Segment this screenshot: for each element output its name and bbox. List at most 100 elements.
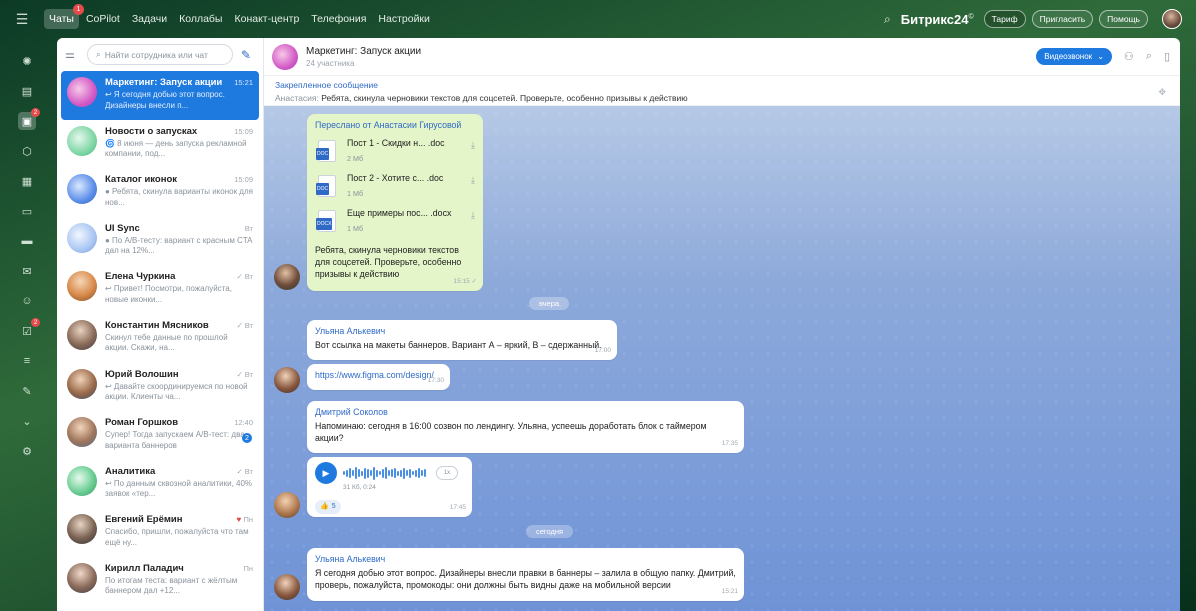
message-time: 17:35 [721,440,738,447]
message-text: Я сегодня добью этот вопрос. Дизайнеры в… [315,568,736,590]
sidebar-toggle-icon[interactable]: ▯ [1164,50,1170,63]
menu-icon[interactable]: ☰ [0,11,44,28]
collabs-icon[interactable]: ⬡ [18,142,36,160]
reaction-badge[interactable]: 👍 5 [315,500,341,514]
participants-count[interactable]: 24 участника [306,59,421,68]
contacts-icon[interactable]: ☺ [18,292,36,310]
top-nav-item[interactable]: Настройки [373,9,435,29]
notification-badge: 2 [31,318,40,327]
chat-time: 12:40 [234,418,253,428]
playback-speed-button[interactable]: 1x [436,466,458,480]
top-nav-item[interactable]: Задачи [127,9,172,29]
file-size: 2 Мб [347,154,364,163]
filter-icon[interactable]: ≡ [18,352,36,370]
sender-avatar[interactable] [274,264,300,290]
add-user-icon[interactable]: ⚇ [1124,50,1134,63]
top-nav-item[interactable]: Телефония [306,9,371,29]
top-nav-item[interactable]: Коллабы [174,9,227,29]
sign-icon[interactable]: ✎ [18,382,36,400]
chat-list-item[interactable]: Константин Мясников Скинул тебе данные по… [61,314,259,363]
top-nav-item[interactable]: CoPilot [81,9,125,29]
message-bubble[interactable]: Ульяна Алькевич Вот ссылка на макеты бан… [307,320,617,360]
settings-icon[interactable]: ⚙ [18,442,36,460]
message-bubble[interactable]: Ульяна Алькевич Я сегодня добью этот воп… [307,548,744,601]
chat-list-header: ⚌ ⌕ Найти сотрудника или чат ✎ [57,38,263,71]
brand-logo[interactable]: Битрикс24© [901,12,974,27]
pinned-message[interactable]: Закрепленное сообщение Анастасия: Ребята… [264,76,1180,106]
chat-search-input[interactable]: ⌕ Найти сотрудника или чат [87,44,233,65]
search-icon[interactable]: ⌕ [1146,50,1152,63]
docs-icon[interactable]: ▭ [18,202,36,220]
sender-avatar[interactable] [274,367,300,393]
message-author[interactable]: Ульяна Алькевич [315,553,736,565]
chat-preview: ● По A/B-тесту: вариант с красным CTA да… [105,235,253,256]
top-nav-label: Коллабы [179,13,223,25]
chat-avatar[interactable] [272,43,298,70]
new-chat-icon[interactable]: ✎ [241,48,255,62]
chat-list-item[interactable]: Аналитика ↩ По данным сквозной аналитики,… [61,460,259,509]
message-author[interactable]: Дмитрий Соколов [315,406,736,418]
sender-avatar[interactable] [274,574,300,600]
checklist-icon[interactable]: ☑ 2 [18,318,40,340]
help-button[interactable]: Помощь [1099,10,1148,28]
chat-time: Вт [244,223,253,233]
chat-preview: ↩ Давайте скоординируемся по новой акции… [105,381,248,402]
top-nav-item[interactable]: Чаты 1 [44,4,84,29]
file-attachment[interactable]: DOC Пост 1 - Скидки н... .doc 2 Мб ⤓ [315,137,475,172]
top-bar: ☰ Чаты 1 CoPilot Задачи Коллабы Конакт-центр Т… [0,0,1196,38]
download-icon[interactable]: ⤓ [471,137,475,151]
top-right-controls: ⌕ Битрикс24© Тариф Пригласить Помощь [884,9,1196,29]
message-author[interactable]: Ульяна Алькевич [315,325,609,337]
search-icon[interactable]: ⌕ [884,12,891,27]
message-bubble[interactable]: https://www.figma.com/design/ 17:30 [307,364,450,390]
message-time: 15:21 [721,588,738,595]
pin-icon[interactable]: ✥ [1158,87,1166,98]
chat-name: Аналитика [105,465,156,477]
tariff-button[interactable]: Тариф [983,10,1026,28]
forward-text: Ребята, скинула черновики текстов для со… [315,245,462,279]
file-attachment[interactable]: DOC Пост 2 - Хотите с... .doc 1 Мб ⤓ [315,172,475,207]
chat-list-panel: ⚌ ⌕ Найти сотрудника или чат ✎ Маркетинг… [57,38,264,611]
sender-avatar[interactable] [274,492,300,518]
chat-avatar [67,222,97,253]
video-call-button[interactable]: Видеозвонок ⌄ [1036,48,1112,65]
chat-list-item[interactable]: Новости о запусках 🌀 8 июня — день запуск… [61,120,259,169]
download-icon[interactable]: ⤓ [471,207,475,221]
calendar-icon[interactable]: ▦ [18,172,36,190]
chat-list-item[interactable]: Кирилл Паладич По итогам теста: вариант с… [61,557,259,606]
chat-time: ✓ Вт [236,466,253,476]
forwarded-message[interactable]: Переслано от Анастасии Гирусовой DOC Пост… [307,114,483,291]
play-icon[interactable]: ▶ [315,462,337,484]
chat-list-item[interactable]: Елена Чуркина ↩ Привет! Посмотри, пожалуй… [61,265,259,314]
top-nav-item[interactable]: Конакт-центр [229,9,304,29]
chat-list-item[interactable]: Маркетинг: Запуск акции ↩ Я сегодня добью… [61,71,259,120]
invite-button[interactable]: Пригласить [1031,10,1094,28]
chat-list-item[interactable]: Юрий Волошин ↩ Давайте скоординируемся по… [61,363,259,412]
chat-avatar [67,417,97,448]
top-nav-label: Настройки [378,13,430,25]
voice-message[interactable]: ▶ 1x 31 Кб, 0:24 👍 5 17:45 [307,457,472,517]
chats-icon[interactable]: ▣ 2 [18,108,40,130]
user-avatar[interactable] [1162,9,1182,29]
tasks-icon[interactable]: ▤ [18,82,36,100]
file-attachment[interactable]: DOCX Еще примеры пос... .docx 1 Мб ⤓ [315,207,475,242]
forwarded-from[interactable]: Переслано от Анастасии Гирусовой [315,119,475,131]
filter-icon[interactable]: ⚌ [65,48,79,61]
audio-waveform[interactable] [343,466,426,480]
mail-icon[interactable]: ✉ [18,262,36,280]
drive-icon[interactable]: ▬ [18,232,36,250]
chat-list-item[interactable]: UI Sync ● По A/B-тесту: вариант с красным… [61,217,259,266]
chat-list-item[interactable]: Каталог иконок ● Ребята, скинула варианты… [61,168,259,217]
download-icon[interactable]: ⤓ [471,172,475,186]
message-link[interactable]: https://www.figma.com/design/ [315,370,434,380]
chat-list-item[interactable]: Роман Горшков Супер! Тогда запускаем A/B-… [61,411,259,460]
pinned-author: Анастасия: [275,93,319,103]
top-nav-label: Телефония [311,13,367,25]
copilot-icon[interactable]: ✺ [18,52,36,70]
chat-list-item[interactable]: Евгений Ерёмин Спасибо, пришли, пожалуйст… [61,508,259,557]
chat-title[interactable]: Маркетинг: Запуск акции [306,46,421,57]
message-time: 15:15 ✓ [453,278,477,285]
more-icon[interactable]: ⌄ [18,412,36,430]
message-bubble[interactable]: Дмитрий Соколов Напоминаю: сегодня в 16:… [307,401,744,453]
message-time: 17:00 [594,347,611,354]
